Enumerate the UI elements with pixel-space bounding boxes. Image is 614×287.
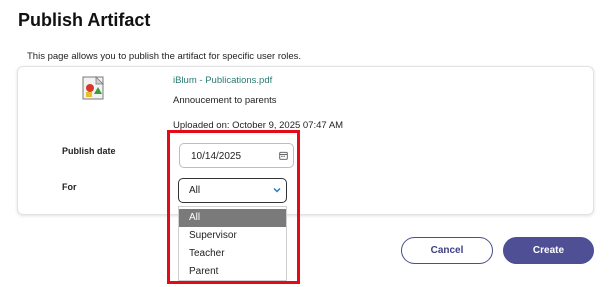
file-type-icon — [82, 76, 104, 100]
page-description: This page allows you to publish the arti… — [27, 51, 302, 62]
page-title: Publish Artifact — [18, 10, 151, 30]
artifact-message: Annoucement to parents — [173, 95, 277, 106]
create-button[interactable]: Create — [503, 237, 594, 264]
for-label: For — [62, 182, 77, 192]
artifact-file-link[interactable]: iBlum - Publications.pdf — [173, 75, 272, 86]
highlight-box — [167, 130, 300, 284]
cancel-button[interactable]: Cancel — [401, 237, 493, 264]
publish-date-label: Publish date — [62, 146, 116, 156]
